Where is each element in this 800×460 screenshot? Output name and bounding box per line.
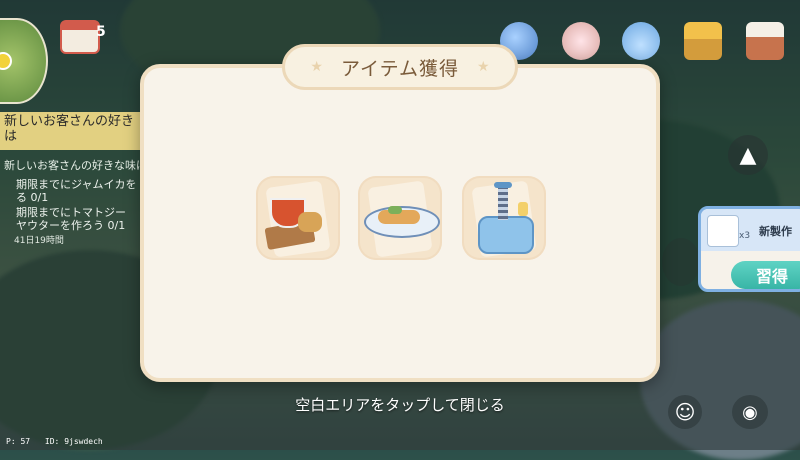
calendar-icon[interactable] <box>60 20 100 54</box>
dialog-title: アイテム獲得 <box>340 57 460 80</box>
calendar-count: 5 <box>96 24 106 40</box>
recipe-multiplier: x3 <box>739 231 751 241</box>
dialog-title-tab: ★ アイテム獲得 ★ <box>282 44 518 90</box>
new-recipe-card[interactable]: x3 新製作 習得 <box>698 206 800 292</box>
status-p: P: 57 <box>6 437 31 446</box>
learn-button[interactable]: 習得 <box>731 261 800 289</box>
quest-timer: 41日19時間 <box>14 236 64 246</box>
status-readout: P: 57 ID: 9jswdech <box>6 437 103 446</box>
status-id: ID: 9jswdech <box>44 437 103 446</box>
whale-icon[interactable] <box>622 22 660 60</box>
house-icon[interactable] <box>684 22 722 60</box>
reward-item-3[interactable] <box>462 176 546 260</box>
star-icon: ★ <box>477 59 490 75</box>
reward-item-2[interactable] <box>358 176 442 260</box>
quest-subtitle: 新しいお客さんの好きな味は <box>4 159 147 172</box>
recipe-thumbnail-icon <box>707 215 739 247</box>
shell-icon[interactable] <box>562 22 600 60</box>
close-hint: 空白エリアをタップして閉じる <box>295 396 505 414</box>
quest-objective-2: 期限までにトマトジー ヤウターを作ろう 0/1 <box>16 206 126 232</box>
star-icon: ★ <box>310 59 323 75</box>
basket-icon[interactable] <box>746 22 784 60</box>
new-recipe-label: 新製作 <box>759 225 792 238</box>
jump-button[interactable]: ▲ <box>728 135 768 175</box>
quest-title[interactable]: 新しいお客さんの好き は <box>4 114 144 144</box>
run-button[interactable] <box>662 238 700 286</box>
player-pin-icon <box>0 52 12 70</box>
quest-objective-1: 期限までにジャムイカを る 0/1 <box>16 178 137 204</box>
arrow-up-icon: ▲ <box>739 142 757 168</box>
reward-item-1[interactable] <box>256 176 340 260</box>
